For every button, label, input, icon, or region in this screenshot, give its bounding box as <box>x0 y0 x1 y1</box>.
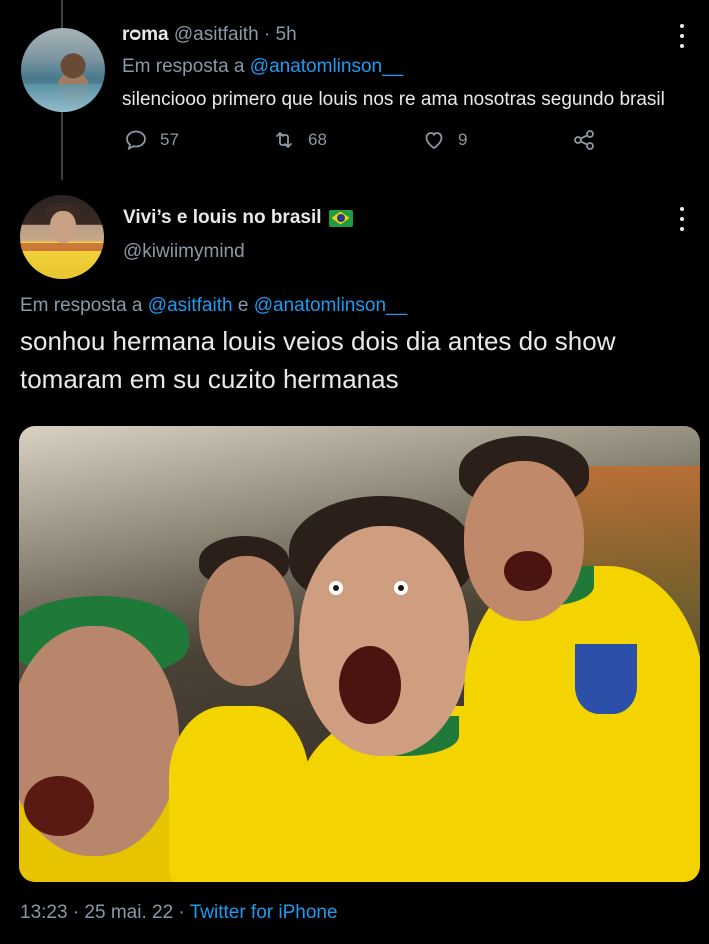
tweet-text: silenciooo primero que louis nos re ama … <box>122 89 665 110</box>
tweet-text-line: tomaram em su cuzito hermanas <box>20 364 399 394</box>
mention-link[interactable]: @asitfaith <box>148 295 233 316</box>
avatar[interactable] <box>21 28 105 112</box>
heart-icon <box>425 132 443 150</box>
tweet2-header: Vivi’s e louis no brasil <box>123 207 353 229</box>
mention-link[interactable]: @anatomlinson__ <box>254 295 407 316</box>
reply-icon <box>126 130 146 151</box>
like-button[interactable]: 9 <box>422 128 467 152</box>
brazil-flag-icon <box>328 209 353 227</box>
retweet-button[interactable]: 68 <box>272 128 327 152</box>
reply-context: Em resposta a @asitfaith e @anatomlinson… <box>20 295 407 317</box>
reply-button[interactable]: 57 <box>124 128 179 152</box>
reply-join: e <box>237 295 249 316</box>
handle[interactable]: @asitfaith <box>174 24 259 45</box>
reply-prefix: Em resposta a <box>122 56 245 77</box>
tweet-source[interactable]: Twitter for iPhone <box>190 902 338 923</box>
reply-count: 57 <box>160 130 179 149</box>
mention-link[interactable]: @anatomlinson__ <box>250 56 403 77</box>
separator: · <box>263 24 271 45</box>
share-icon <box>574 130 594 150</box>
tweet-text-line: sonhou hermana louis veios dois dia ante… <box>20 326 616 356</box>
like-count: 9 <box>458 130 468 149</box>
tweet-timestamp[interactable]: 13:23 · 25 mai. 22 · <box>20 902 185 923</box>
tweet-text: sonhou hermana louis veios dois dia ante… <box>20 322 700 398</box>
timestamp[interactable]: 5h <box>276 24 297 45</box>
tweet-photo[interactable] <box>19 426 700 882</box>
share-button[interactable] <box>572 128 596 152</box>
display-name[interactable]: Vivi’s e louis no brasil <box>123 207 322 229</box>
tweet-footer: 13:23 · 25 mai. 22 · Twitter for iPhone <box>20 902 338 924</box>
retweet-icon <box>276 132 292 148</box>
more-options-icon[interactable] <box>679 207 685 231</box>
reply-context: Em resposta a @anatomlinson__ <box>122 56 403 78</box>
more-options-icon[interactable] <box>679 24 685 48</box>
reply-prefix: Em resposta a <box>20 295 143 316</box>
avatar[interactable] <box>20 195 104 279</box>
display-name[interactable]: rᴑma <box>122 24 169 45</box>
handle[interactable]: @kiwiimymind <box>123 241 245 263</box>
tweet1-header: rᴑma @asitfaith · 5h <box>122 24 297 46</box>
tweet-actions: 57 68 9 <box>124 128 604 158</box>
retweet-count: 68 <box>308 130 327 149</box>
